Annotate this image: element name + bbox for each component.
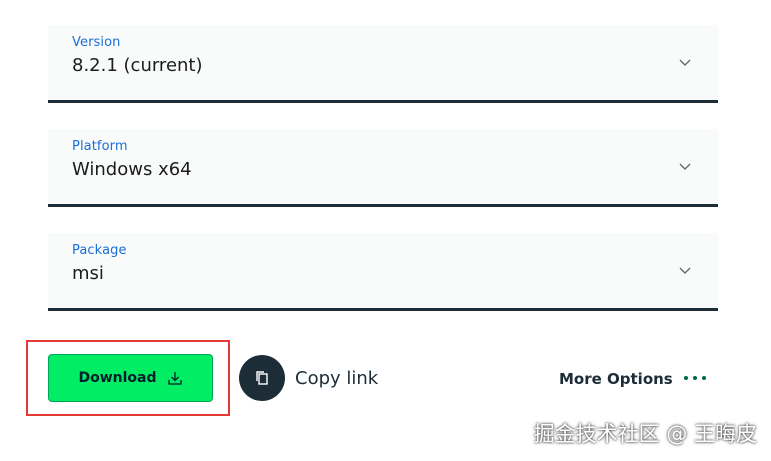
copy-link-button[interactable] [239,355,285,401]
more-dots-icon[interactable] [684,376,706,380]
package-value: msi [72,263,104,284]
dot [702,376,706,380]
more-options-link[interactable]: More Options [559,370,673,388]
download-panel: Version 8.2.1 (current) Platform Windows… [0,0,771,461]
copy-icon [256,371,268,385]
download-icon [167,372,182,385]
platform-value: Windows x64 [72,159,192,180]
version-select[interactable]: Version 8.2.1 (current) [48,25,718,103]
download-button[interactable]: Download [48,354,213,402]
version-label: Version [72,35,121,50]
chevron-down-icon [679,163,691,170]
download-label: Download [78,370,157,386]
chevron-down-icon [679,59,691,66]
platform-select[interactable]: Platform Windows x64 [48,129,718,207]
copy-link-label[interactable]: Copy link [295,368,378,389]
package-select[interactable]: Package msi [48,233,718,311]
version-value: 8.2.1 (current) [72,55,203,76]
package-label: Package [72,243,127,258]
dot [684,376,688,380]
watermark-text: 掘金技术社区 @ 王晦皮 [533,422,757,446]
platform-label: Platform [72,139,128,154]
chevron-down-icon [679,267,691,274]
dot [693,376,697,380]
